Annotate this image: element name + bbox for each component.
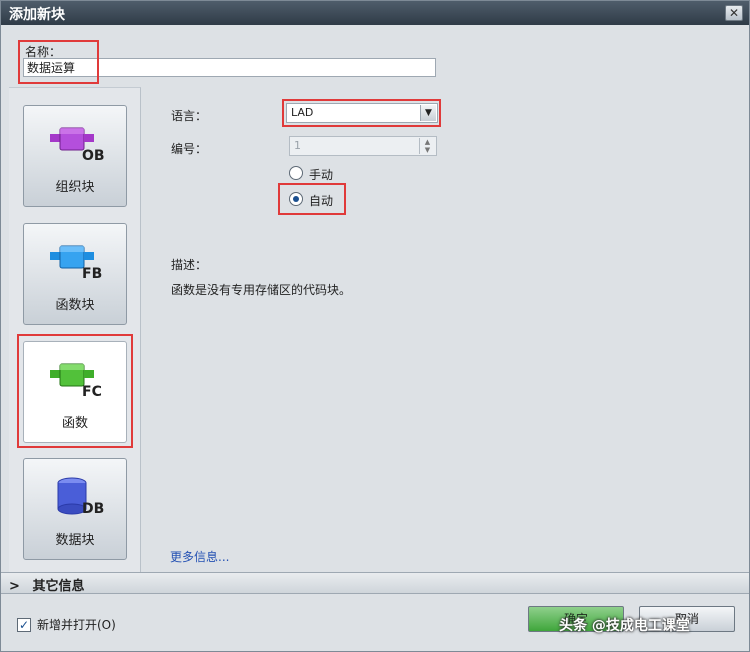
block-code-fb: FB bbox=[82, 266, 103, 282]
manual-radio-label: 手动 bbox=[309, 168, 334, 182]
block-label-ob: 组织块 bbox=[55, 180, 95, 195]
watermark: 头条 @技成电工课堂 bbox=[559, 618, 690, 634]
chevron-right-icon: > bbox=[9, 579, 20, 594]
language-value: LAD bbox=[291, 106, 314, 119]
auto-radio-label: 自动 bbox=[309, 194, 334, 208]
block-code-db: DB bbox=[82, 501, 105, 517]
block-code-fc: FC bbox=[82, 384, 102, 400]
close-icon: ✕ bbox=[728, 6, 740, 20]
number-value: 1 bbox=[294, 139, 301, 152]
block-fb-button[interactable]: FB 函数块 bbox=[23, 223, 127, 325]
add-and-open-label: 新增并打开(O) bbox=[37, 618, 116, 632]
checkmark-icon: ✓ bbox=[18, 618, 30, 632]
block-type-panel: OB 组织块 FB 函数块 FC 函数 DB 数据块 bbox=[9, 87, 141, 572]
language-select[interactable]: LAD ▼ bbox=[286, 103, 438, 123]
add-block-dialog: 添加新块 ✕ 名称： OB 组织块 FB 函数块 bbox=[0, 0, 750, 652]
add-and-open-checkbox[interactable]: ✓ bbox=[17, 618, 31, 632]
block-label-db: 数据块 bbox=[55, 533, 95, 548]
language-label: 语言： bbox=[171, 109, 208, 123]
block-db-button[interactable]: DB 数据块 bbox=[23, 458, 127, 560]
other-info-expander[interactable]: > 其它信息 bbox=[1, 572, 749, 594]
name-input[interactable] bbox=[23, 58, 436, 77]
dropdown-arrow-icon[interactable]: ▼ bbox=[420, 105, 436, 121]
title-bar: 添加新块 ✕ bbox=[1, 1, 749, 25]
more-info-link[interactable]: 更多信息... bbox=[170, 548, 229, 565]
auto-radio[interactable] bbox=[289, 192, 303, 206]
block-ob-button[interactable]: OB 组织块 bbox=[23, 105, 127, 207]
spin-arrows-icon[interactable]: ▲ ▼ bbox=[419, 138, 435, 154]
other-info-label: 其它信息 bbox=[32, 579, 85, 594]
manual-radio[interactable] bbox=[289, 166, 303, 180]
description-text: 函数是没有专用存储区的代码块。 bbox=[171, 283, 352, 297]
block-label-fb: 函数块 bbox=[55, 298, 95, 313]
close-button[interactable]: ✕ bbox=[725, 5, 743, 21]
block-fc-button[interactable]: FC 函数 bbox=[23, 341, 127, 443]
dialog-title: 添加新块 bbox=[9, 7, 65, 23]
block-label-fc: 函数 bbox=[61, 416, 88, 431]
block-code-ob: OB bbox=[82, 148, 105, 164]
description-label: 描述： bbox=[171, 258, 208, 272]
number-label: 编号： bbox=[171, 142, 208, 156]
number-input[interactable]: 1 ▲ ▼ bbox=[289, 136, 437, 156]
